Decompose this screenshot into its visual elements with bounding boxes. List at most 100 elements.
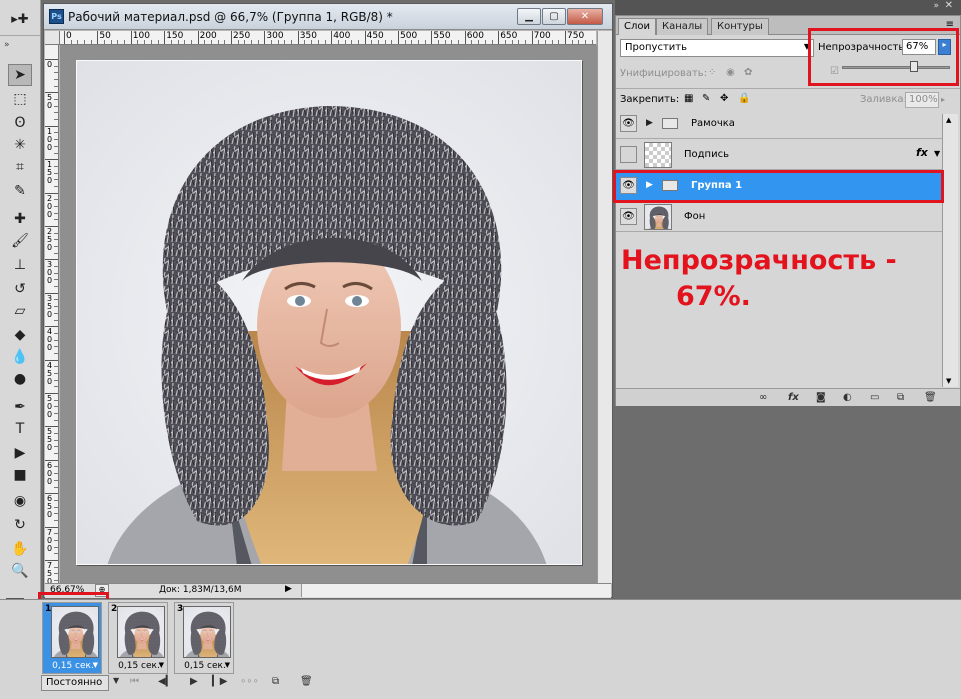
status-menu-arrow-icon[interactable]: ▶ [285, 584, 297, 597]
crop-tool-icon[interactable]: ⌗ [8, 156, 32, 178]
ruler-tick-label: 100 [46, 126, 53, 152]
canvas-photo[interactable] [76, 60, 582, 565]
animation-frame[interactable]: 3 0,15 сек. ▼ [174, 602, 234, 674]
delay-dropdown-icon[interactable]: ▼ [93, 661, 98, 669]
add-mask-icon[interactable]: ◙ [816, 392, 826, 403]
path-selection-tool-icon[interactable]: ▶ [8, 442, 32, 464]
adjustment-layer-icon[interactable]: ◐ [843, 392, 852, 403]
animation-frame[interactable]: 1 0,15 сек. ▼ [42, 602, 102, 674]
unify-visibility-icon[interactable]: ◉ [726, 67, 735, 78]
canvas-area[interactable] [60, 45, 597, 583]
horizontal-ruler[interactable]: 0 50 100 150 200 250 300 350 400 450 500 550 600 650 7… [60, 31, 596, 45]
ruler-minor-tick [54, 580, 58, 582]
move-tool-icon[interactable]: ➤ [8, 64, 32, 86]
ruler-origin[interactable] [45, 31, 60, 45]
shape-tool-icon[interactable]: ■ [8, 464, 32, 486]
tween-icon[interactable]: ∘∘∘ [240, 676, 259, 687]
type-tool-icon[interactable]: T [8, 418, 32, 440]
tab-layers[interactable]: Слои [618, 18, 656, 35]
ruler-minor-tick [54, 519, 58, 521]
paint-bucket-tool-icon[interactable]: ◆ [8, 324, 32, 346]
layer-name[interactable]: Подпись [684, 149, 729, 160]
vertical-ruler[interactable]: 0 50 100 150 200 250 300 350 400 450 500 550 600 650 7… [45, 45, 59, 583]
lock-transparent-icon[interactable]: ▦ [684, 93, 693, 104]
collapse-panels-icon[interactable]: » [933, 1, 939, 11]
lock-image-icon[interactable]: ✎ [702, 93, 710, 104]
scroll-down-icon[interactable]: ▼ [946, 377, 951, 385]
next-frame-icon[interactable]: ▎▶ [212, 676, 227, 687]
horizontal-scrollbar[interactable] [301, 584, 611, 597]
animation-frame[interactable]: 2 0,15 сек. ▼ [108, 602, 168, 674]
magic-wand-tool-icon[interactable]: ✳ [8, 134, 32, 156]
new-group-icon[interactable]: ▭ [870, 392, 879, 403]
link-layers-icon[interactable]: ∞ [759, 392, 767, 403]
3d-orbit-tool-icon[interactable]: ↻ [8, 514, 32, 536]
fx-icon[interactable]: fx [916, 146, 928, 159]
unify-position-icon[interactable]: ⁘ [708, 67, 716, 78]
close-panels-icon[interactable]: ✕ [945, 0, 953, 11]
blend-mode-select[interactable]: Пропустить ▼ [620, 39, 814, 57]
dodge-tool-icon[interactable]: ● [8, 368, 32, 390]
maximize-button[interactable]: ▢ [542, 8, 566, 25]
loop-dropdown-icon[interactable]: ▼ [113, 676, 119, 685]
eye-icon[interactable]: 👁 [620, 115, 637, 132]
brush-tool-icon[interactable]: 🖌 [8, 230, 32, 252]
collapse-icon[interactable]: » [4, 40, 9, 50]
lock-all-icon[interactable]: 🔒 [738, 93, 750, 104]
chevron-down-icon[interactable]: ▼ [934, 149, 940, 158]
fill-input[interactable]: 100% [905, 92, 939, 108]
ruler-minor-tick [54, 413, 58, 415]
document-window: Ps Рабочий материал.psd @ 66,7% (Группа … [43, 3, 613, 598]
eye-icon[interactable]: 👁 [620, 208, 637, 225]
delay-dropdown-icon[interactable]: ▼ [225, 661, 230, 669]
ruler-minor-tick [54, 185, 58, 187]
delay-dropdown-icon[interactable]: ▼ [159, 661, 164, 669]
play-icon[interactable]: ▶ [190, 676, 198, 687]
close-button[interactable]: ✕ [567, 8, 603, 25]
stamp-tool-icon[interactable]: ⊥ [8, 254, 32, 276]
visibility-toggle[interactable] [620, 146, 637, 163]
history-brush-tool-icon[interactable]: ↺ [8, 278, 32, 300]
duplicate-frame-icon[interactable]: ⧉ [272, 676, 279, 687]
ruler-tick-label: 400 [333, 31, 351, 41]
document-titlebar[interactable]: Ps Рабочий материал.psd @ 66,7% (Группа … [44, 4, 612, 30]
move-tool-icon[interactable]: ▸✚ [8, 8, 32, 30]
ruler-minor-tick [538, 40, 540, 44]
fill-arrow-icon[interactable]: ▸ [941, 95, 945, 104]
ruler-minor-tick [391, 40, 393, 44]
new-layer-icon[interactable]: ⧉ [897, 392, 904, 403]
layer-row[interactable]: 👁 ▶ Рамочка [616, 109, 942, 139]
first-frame-icon[interactable]: ⏮ [130, 676, 139, 687]
ruler-minor-tick [54, 79, 58, 81]
marquee-tool-icon[interactable]: ⬚ [8, 88, 32, 110]
healing-brush-tool-icon[interactable]: ✚ [8, 208, 32, 230]
ruler-minor-tick [54, 279, 58, 281]
eraser-tool-icon[interactable]: ▱ [8, 300, 32, 322]
hand-tool-icon[interactable]: ✋ [8, 538, 32, 560]
layer-row[interactable]: Подпись fx ▼ [616, 140, 942, 170]
loop-select[interactable]: Постоянно [41, 675, 109, 691]
vertical-scrollbar[interactable] [597, 31, 612, 583]
scroll-up-icon[interactable]: ▲ [946, 116, 951, 124]
unify-style-icon[interactable]: ✿ [744, 67, 752, 78]
lock-position-icon[interactable]: ✥ [720, 93, 728, 104]
lasso-tool-icon[interactable]: ʘ [8, 112, 32, 134]
eyedropper-tool-icon[interactable]: ✎ [8, 180, 32, 202]
layer-row[interactable]: 👁 Фон [616, 202, 942, 232]
delete-frame-icon[interactable]: 🗑 [300, 676, 313, 687]
expand-group-icon[interactable]: ▶ [646, 118, 653, 128]
pen-tool-icon[interactable]: ✒ [8, 396, 32, 418]
tab-channels[interactable]: Каналы [656, 18, 709, 35]
previous-frame-icon[interactable]: ◀▎ [158, 676, 173, 687]
ruler-minor-tick [54, 219, 58, 221]
trash-icon[interactable]: 🗑 [924, 392, 937, 403]
zoom-tool-icon[interactable]: 🔍 [8, 560, 32, 582]
3d-rotate-tool-icon[interactable]: ◉ [8, 490, 32, 512]
ruler-minor-tick [357, 40, 359, 44]
tab-paths[interactable]: Контуры [711, 18, 769, 35]
blur-tool-icon[interactable]: 💧 [8, 346, 32, 368]
minimize-button[interactable]: ▁ [517, 8, 541, 25]
layer-style-icon[interactable]: fx [788, 392, 799, 403]
layer-name[interactable]: Фон [684, 211, 705, 222]
layer-name[interactable]: Рамочка [691, 118, 735, 129]
